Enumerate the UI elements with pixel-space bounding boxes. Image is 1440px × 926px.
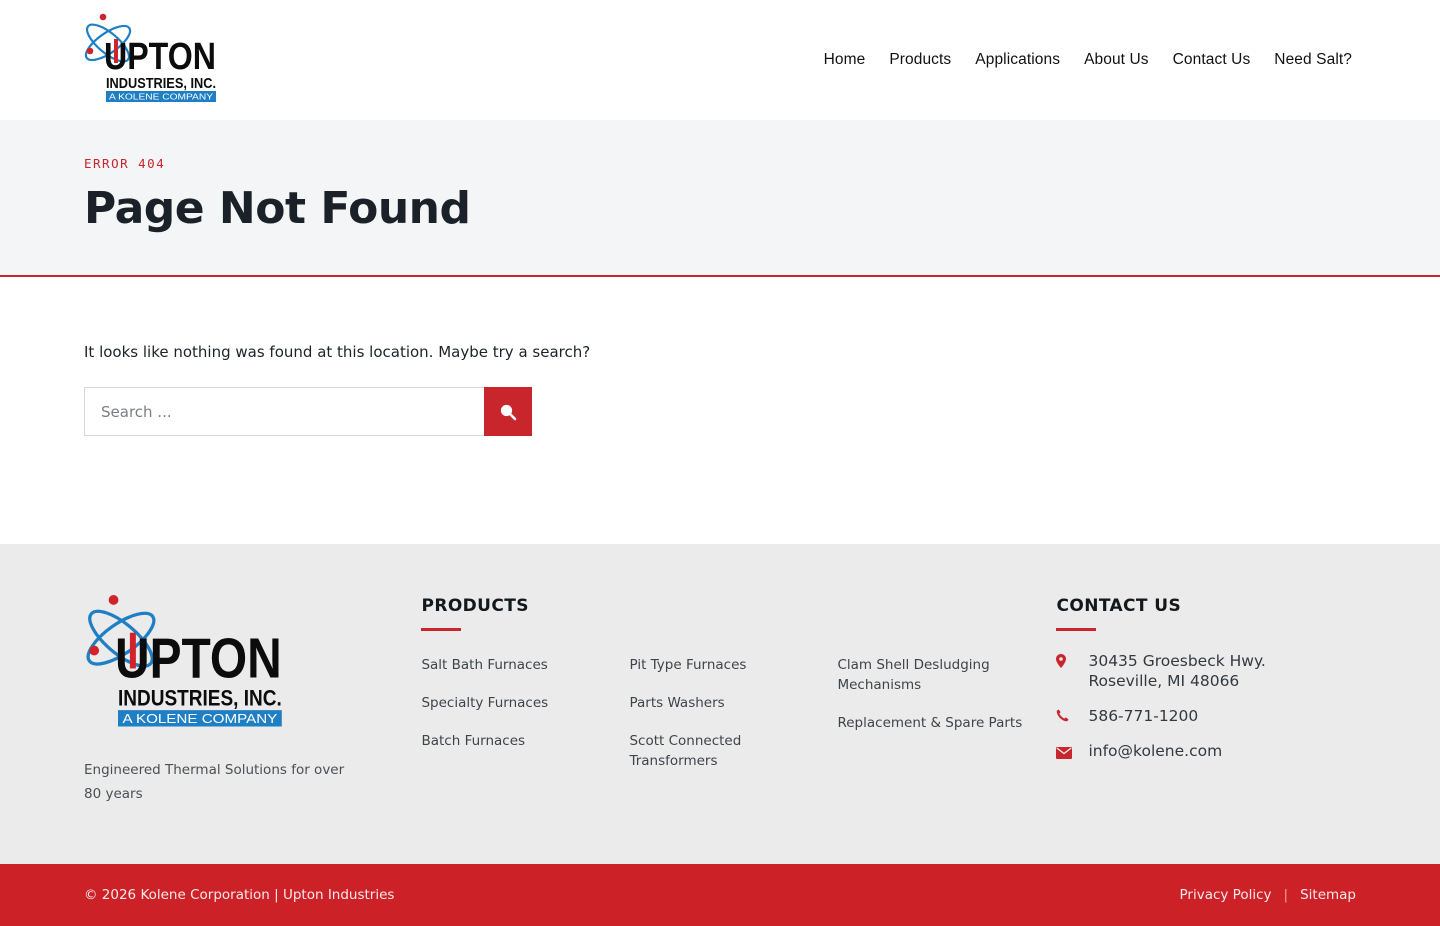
product-column: Pit Type Furnaces Parts Washers Scott Co… — [629, 655, 837, 789]
contact-address: 30435 Groesbeck Hwy. Roseville, MI 48066 — [1056, 651, 1356, 691]
contact-heading: CONTACT US — [1056, 596, 1182, 616]
logo-word: UPTON — [104, 36, 216, 78]
address-line-2: Roseville, MI 48066 — [1088, 672, 1240, 690]
nav-products[interactable]: Products — [889, 51, 951, 69]
phone-icon — [1056, 706, 1088, 722]
contact-list: 30435 Groesbeck Hwy. Roseville, MI 48066… — [1056, 651, 1356, 761]
product-link-scott-connected-transformers[interactable]: Scott Connected Transformers — [629, 731, 814, 771]
footer-contact: CONTACT US 30435 Groesbeck Hwy. Rosevill… — [1056, 594, 1356, 864]
logo-word: UPTON — [115, 626, 282, 689]
page-hero: ERROR 404 Page Not Found — [0, 120, 1440, 277]
address-line-1: 30435 Groesbeck Hwy. — [1088, 652, 1266, 670]
bottom-bar: © 2026 Kolene Corporation | Upton Indust… — [0, 864, 1440, 926]
search-icon — [500, 404, 517, 420]
heading-rule — [421, 628, 462, 631]
logo-subtitle: INDUSTRIES, INC. — [106, 75, 216, 92]
upton-logo-icon: UPTON INDUSTRIES, INC. A KOLENE COMPANY — [86, 595, 282, 727]
product-column: Salt Bath Furnaces Specialty Furnaces Ba… — [421, 655, 629, 789]
legal-links: Privacy Policy | Sitemap — [1180, 887, 1357, 903]
link-separator: | — [1283, 887, 1289, 903]
contact-phone: 586-771-1200 — [1056, 706, 1356, 726]
footer-tagline: Engineered Thermal Solutions for over 80… — [84, 762, 345, 802]
not-found-message: It looks like nothing was found at this … — [84, 343, 591, 361]
footer-brand: UPTON INDUSTRIES, INC. A KOLENE COMPANY … — [84, 594, 421, 864]
logo-subtitle: INDUSTRIES, INC. — [118, 686, 282, 711]
copyright: © 2026 Kolene Corporation | Upton Indust… — [84, 887, 395, 903]
error-code: ERROR 404 — [84, 156, 166, 171]
footer-products: PRODUCTS Salt Bath Furnaces Specialty Fu… — [421, 594, 1056, 864]
product-link-batch-furnaces[interactable]: Batch Furnaces — [421, 731, 606, 751]
envelope-icon — [1056, 741, 1088, 759]
site-header: UPTON INDUSTRIES, INC. A KOLENE COMPANY … — [0, 0, 1440, 120]
page-title: Page Not Found — [84, 183, 471, 234]
product-link-replacement-spare-parts[interactable]: Replacement & Spare Parts — [837, 713, 1037, 733]
header-logo[interactable]: UPTON INDUSTRIES, INC. A KOLENE COMPANY — [84, 13, 218, 107]
product-link-specialty-furnaces[interactable]: Specialty Furnaces — [421, 693, 606, 713]
search-input[interactable] — [84, 387, 484, 436]
product-link-pit-type-furnaces[interactable]: Pit Type Furnaces — [629, 655, 814, 675]
products-heading: PRODUCTS — [421, 596, 529, 616]
nav-about-us[interactable]: About Us — [1084, 51, 1149, 69]
product-column: Clam Shell Desludging Mechanisms Replace… — [837, 655, 1037, 789]
heading-rule — [1056, 628, 1097, 631]
map-marker-icon — [1056, 651, 1088, 668]
email-link[interactable]: info@kolene.com — [1088, 741, 1222, 761]
logo-band: A KOLENE COMPANY — [122, 712, 278, 726]
phone-link[interactable]: 586-771-1200 — [1088, 706, 1198, 726]
product-grid: Salt Bath Furnaces Specialty Furnaces Ba… — [421, 655, 1056, 789]
privacy-policy-link[interactable]: Privacy Policy — [1180, 887, 1272, 903]
search-button[interactable] — [484, 387, 532, 436]
product-link-clam-shell-desludging[interactable]: Clam Shell Desludging Mechanisms — [837, 655, 1022, 695]
product-link-salt-bath-furnaces[interactable]: Salt Bath Furnaces — [421, 655, 606, 675]
main-nav: Home Products Applications About Us Cont… — [824, 51, 1352, 69]
upton-logo-icon: UPTON INDUSTRIES, INC. A KOLENE COMPANY — [84, 13, 216, 102]
contact-email: info@kolene.com — [1056, 741, 1356, 761]
nav-applications[interactable]: Applications — [975, 51, 1060, 69]
search-form — [84, 387, 1356, 436]
nav-home[interactable]: Home — [824, 51, 866, 69]
footer-logo[interactable]: UPTON INDUSTRIES, INC. A KOLENE COMPANY — [84, 594, 421, 732]
product-link-parts-washers[interactable]: Parts Washers — [629, 693, 814, 713]
sitemap-link[interactable]: Sitemap — [1300, 887, 1356, 903]
logo-band: A KOLENE COMPANY — [109, 92, 213, 102]
main-content: It looks like nothing was found at this … — [0, 277, 1440, 544]
site-footer: UPTON INDUSTRIES, INC. A KOLENE COMPANY … — [0, 544, 1440, 864]
nav-contact-us[interactable]: Contact Us — [1173, 51, 1251, 69]
nav-need-salt[interactable]: Need Salt? — [1274, 51, 1352, 69]
